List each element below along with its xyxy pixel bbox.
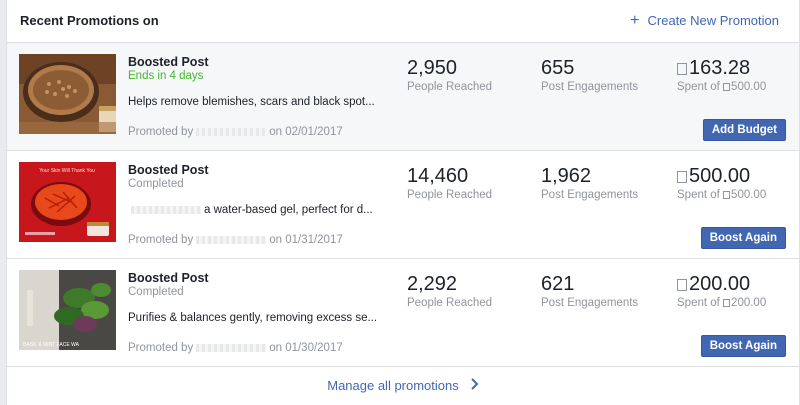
promoted-by: Promoted by on 01/31/2017 — [128, 234, 343, 246]
post-description-text: a water-based gel, perfect for d... — [204, 204, 373, 216]
post-engagements-label: Post Engagements — [541, 189, 639, 201]
spent-metric: 200.00 Spent of 200.00 — [677, 273, 766, 309]
post-type: Boosted Post — [128, 271, 209, 285]
currency-glyph-icon — [723, 82, 731, 91]
post-engagements-metric: 621 Post Engagements — [541, 273, 638, 309]
spent-value: 200.00 — [689, 273, 751, 295]
post-engagements-value: 621 — [541, 273, 575, 295]
post-engagements-label: Post Engagements — [541, 297, 639, 309]
budget-value: 500.00 — [731, 81, 767, 93]
promoted-date: on 01/30/2017 — [269, 342, 343, 354]
post-description[interactable]: Helps remove blemishes, scars and black … — [128, 96, 375, 108]
boost-again-button[interactable]: Boost Again — [700, 227, 786, 249]
currency-glyph-icon — [723, 298, 731, 307]
people-reached-label: People Reached — [407, 189, 493, 201]
spent-metric: 163.28 Spent of 500.00 — [677, 57, 766, 93]
promoted-by: Promoted by on 01/30/2017 — [128, 342, 343, 354]
manage-all-promotions-link[interactable]: Manage all promotions — [327, 378, 479, 393]
post-status: Completed — [128, 286, 184, 298]
currency-glyph-icon — [677, 62, 687, 75]
people-reached-value: 14,460 — [407, 165, 469, 187]
saffron-bowl-image[interactable]: Your Skin Will Thank You — [19, 162, 116, 242]
promotion-row: Your Skin Will Thank You Boosted Post Co… — [7, 151, 799, 259]
spent-of-label: Spent of — [677, 81, 720, 93]
budget-value: 500.00 — [731, 189, 767, 201]
people-reached-label: People Reached — [407, 297, 493, 309]
post-status: Completed — [128, 178, 184, 190]
promoted-by-prefix: Promoted by — [128, 234, 194, 246]
people-reached-label: People Reached — [407, 81, 493, 93]
post-engagements-value: 655 — [541, 57, 575, 79]
create-new-promotion-link[interactable]: + Create New Promotion — [630, 12, 780, 29]
thumb-caption: BASIL & MINT FACE WA — [23, 342, 80, 348]
currency-glyph-icon — [677, 278, 687, 291]
spent-of-label: Spent of — [677, 297, 720, 309]
manage-all-promotions-label: Manage all promotions — [327, 378, 459, 393]
plus-icon: + — [630, 12, 640, 29]
post-type: Boosted Post — [128, 55, 209, 69]
spent-of-label: Spent of — [677, 189, 720, 201]
basil-mint-image[interactable]: BASIL & MINT FACE WA — [19, 270, 116, 350]
post-engagements-metric: 655 Post Engagements — [541, 57, 638, 93]
promoted-date: on 02/01/2017 — [269, 126, 343, 138]
post-description[interactable]: a water-based gel, perfect for d... — [128, 204, 373, 216]
boost-again-button[interactable]: Boost Again — [700, 335, 786, 357]
budget-value: 200.00 — [731, 297, 767, 309]
spent-value: 163.28 — [689, 57, 751, 79]
spent-value: 500.00 — [689, 165, 751, 187]
post-description[interactable]: Purifies & balances gently, removing exc… — [128, 312, 377, 324]
panel-footer: Manage all promotions — [7, 367, 799, 405]
promoted-by-prefix: Promoted by — [128, 126, 194, 138]
post-engagements-value: 1,962 — [541, 165, 592, 187]
redacted-name — [196, 235, 267, 244]
people-reached-value: 2,950 — [407, 57, 458, 79]
panel-header: Recent Promotions on + Create New Promot… — [7, 0, 799, 43]
people-reached-value: 2,292 — [407, 273, 458, 295]
redacted-name — [196, 127, 267, 136]
post-status: Ends in 4 days — [128, 70, 204, 82]
post-engagements-metric: 1,962 Post Engagements — [541, 165, 638, 201]
spice-bowl-image[interactable] — [19, 54, 116, 134]
promoted-by-prefix: Promoted by — [128, 342, 194, 354]
promoted-by: Promoted by on 02/01/2017 — [128, 126, 343, 138]
chevron-right-icon — [471, 378, 479, 393]
currency-glyph-icon — [677, 170, 687, 183]
add-budget-button[interactable]: Add Budget — [702, 119, 786, 141]
panel-title: Recent Promotions on — [20, 13, 159, 28]
post-engagements-label: Post Engagements — [541, 81, 639, 93]
people-reached-metric: 2,292 People Reached — [407, 273, 492, 309]
spent-metric: 500.00 Spent of 500.00 — [677, 165, 766, 201]
redacted-text — [131, 205, 201, 214]
promotion-row: Boosted Post Ends in 4 days Helps remove… — [7, 43, 799, 151]
promoted-date: on 01/31/2017 — [269, 234, 343, 246]
redacted-name — [196, 343, 267, 352]
currency-glyph-icon — [723, 190, 731, 199]
post-type: Boosted Post — [128, 163, 209, 177]
create-new-promotion-label: Create New Promotion — [647, 13, 780, 28]
thumb-caption: Your Skin Will Thank You — [39, 168, 95, 174]
promotion-row: BASIL & MINT FACE WA Boosted Post Comple… — [7, 259, 799, 367]
people-reached-metric: 14,460 People Reached — [407, 165, 492, 201]
people-reached-metric: 2,950 People Reached — [407, 57, 492, 93]
promotions-panel: Recent Promotions on + Create New Promot… — [6, 0, 800, 405]
